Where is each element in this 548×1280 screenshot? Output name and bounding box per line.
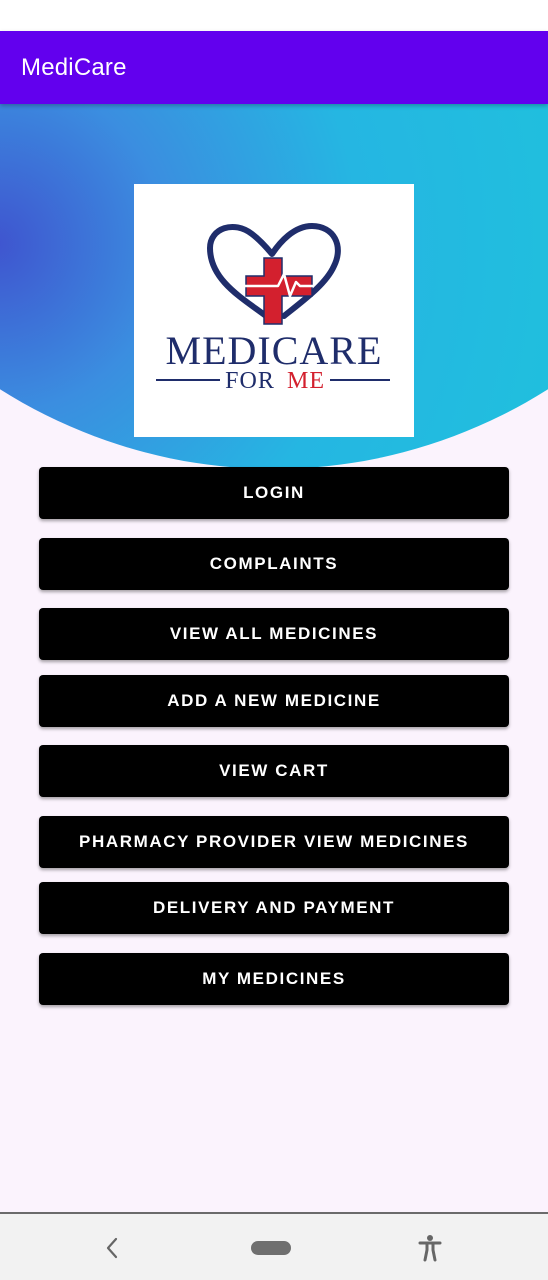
status-bar xyxy=(0,0,548,31)
main-content: MEDICARE FOR ME LOGIN COMPLAINTS VIEW AL… xyxy=(0,104,548,1212)
app-title: MediCare xyxy=(21,53,127,81)
logo-text-medicare: MEDICARE xyxy=(166,328,383,373)
pharmacy-provider-view-medicines-button[interactable]: PHARMACY PROVIDER VIEW MEDICINES xyxy=(39,816,509,868)
delivery-and-payment-button[interactable]: DELIVERY AND PAYMENT xyxy=(39,882,509,934)
accessibility-icon[interactable] xyxy=(414,1232,446,1264)
view-all-medicines-button[interactable]: VIEW ALL MEDICINES xyxy=(39,608,509,660)
home-pill-icon[interactable] xyxy=(251,1241,291,1255)
login-button[interactable]: LOGIN xyxy=(39,467,509,519)
medicare-logo: MEDICARE FOR ME xyxy=(134,184,414,437)
logo-text-me: ME xyxy=(287,368,325,394)
complaints-button[interactable]: COMPLAINTS xyxy=(39,538,509,590)
back-icon[interactable] xyxy=(96,1232,128,1264)
app-bar: MediCare xyxy=(0,31,548,104)
my-medicines-button[interactable]: MY MEDICINES xyxy=(39,953,509,1005)
system-navigation-bar xyxy=(0,1212,548,1280)
view-cart-button[interactable]: VIEW CART xyxy=(39,745,509,797)
add-new-medicine-button[interactable]: ADD A NEW MEDICINE xyxy=(39,675,509,727)
logo-text-for: FOR xyxy=(225,368,275,394)
